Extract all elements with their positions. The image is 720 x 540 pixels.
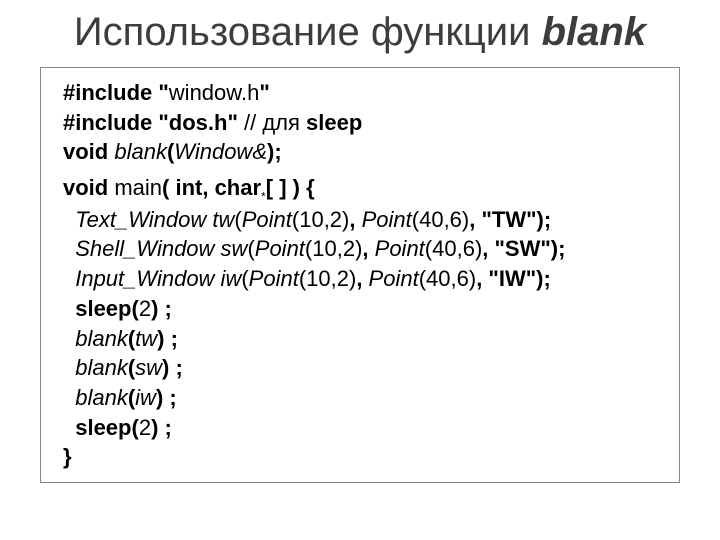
code-line-13: } [63, 442, 673, 472]
title-prefix: Использование функции [74, 10, 542, 54]
code-line-8: sleep(2) ; [63, 294, 673, 324]
code-line-11: blank(iw) ; [63, 383, 673, 413]
slide-title: Использование функции blank [40, 10, 680, 55]
code-line-5: Text_Window tw(Point(10,2), Point(40,6),… [63, 205, 673, 235]
slide: Использование функции blank #include "wi… [0, 0, 720, 540]
code-line-1: #include "window.h" [63, 78, 673, 108]
code-line-9: blank(tw) ; [63, 324, 673, 354]
code-line-7: Input_Window iw(Point(10,2), Point(40,6)… [63, 264, 673, 294]
code-line-6: Shell_Window sw(Point(10,2), Point(40,6)… [63, 234, 673, 264]
code-line-10: blank(sw) ; [63, 353, 673, 383]
code-line-3: void blank(Window&); [63, 137, 673, 167]
code-box: #include "window.h" #include "dos.h" // … [40, 67, 680, 483]
code-line-12: sleep(2) ; [63, 413, 673, 443]
code-line-2: #include "dos.h" // для sleep [63, 108, 673, 138]
title-blank-word: blank [542, 10, 646, 54]
code-line-4: void main( int, char*[ ] ) { [63, 173, 673, 205]
